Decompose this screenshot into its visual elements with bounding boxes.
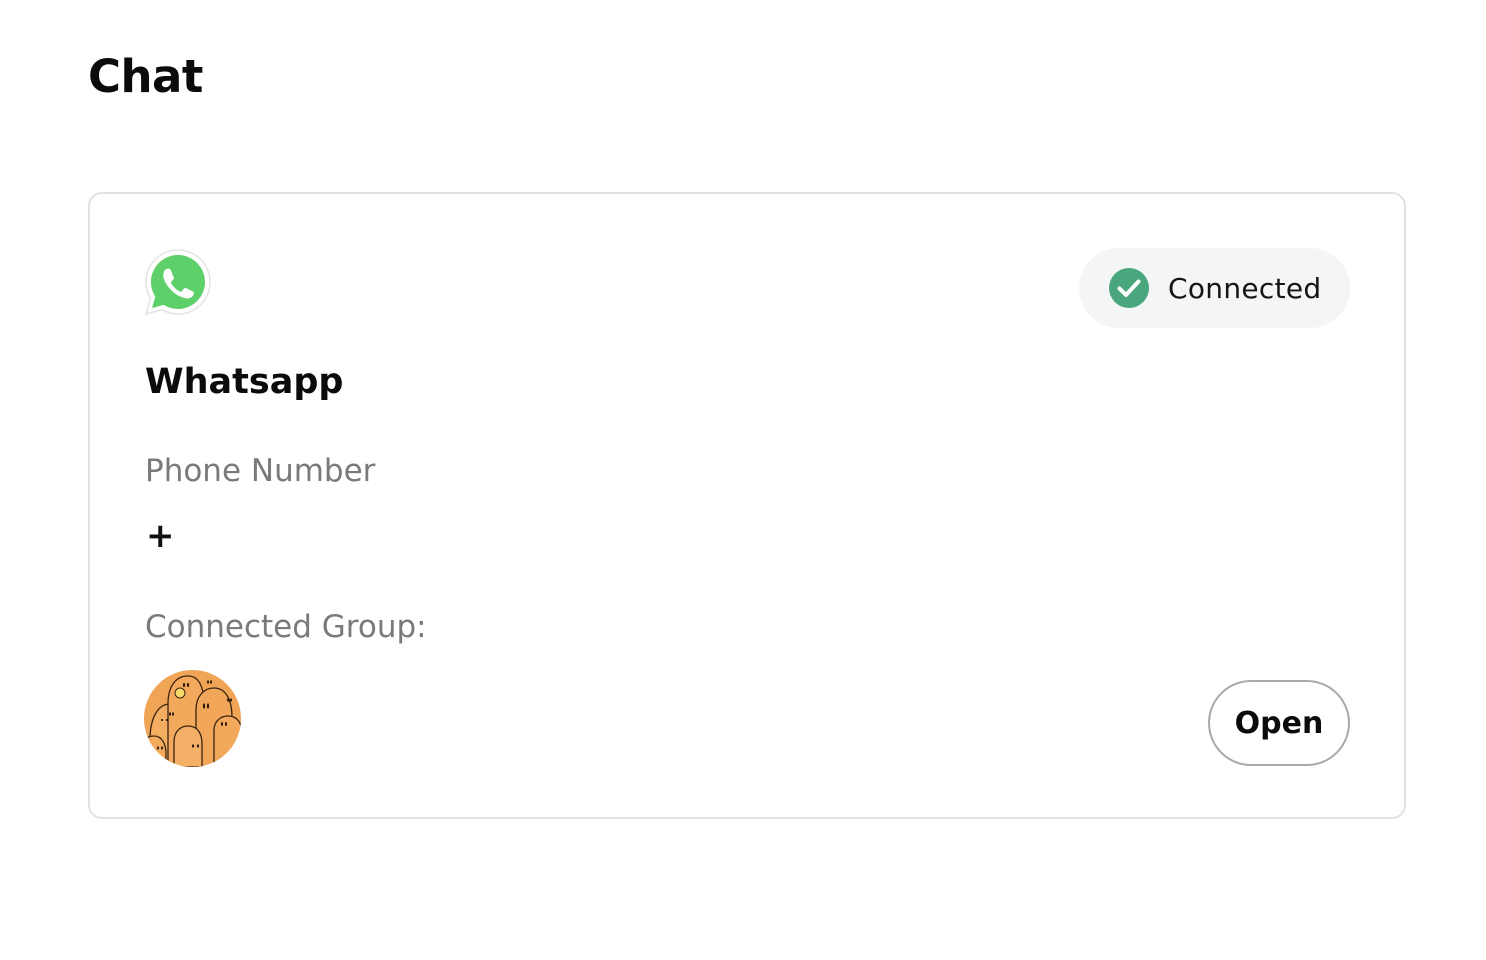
status-label: Connected (1168, 271, 1322, 305)
check-circle-icon (1109, 268, 1149, 308)
whatsapp-integration-card: Connected Whatsapp Phone Number + Connec… (88, 192, 1406, 819)
phone-number-value: + (146, 516, 175, 556)
open-button[interactable]: Open (1208, 680, 1350, 766)
whatsapp-icon (144, 248, 212, 316)
connected-group-label: Connected Group: (145, 609, 427, 645)
group-avatar (144, 670, 241, 767)
status-badge: Connected (1079, 248, 1350, 328)
phone-number-label: Phone Number (145, 453, 376, 489)
integration-name: Whatsapp (145, 362, 344, 402)
page-title: Chat (88, 50, 203, 103)
chat-page: Chat Connected Whatsapp Phone Number + C… (0, 0, 1486, 960)
